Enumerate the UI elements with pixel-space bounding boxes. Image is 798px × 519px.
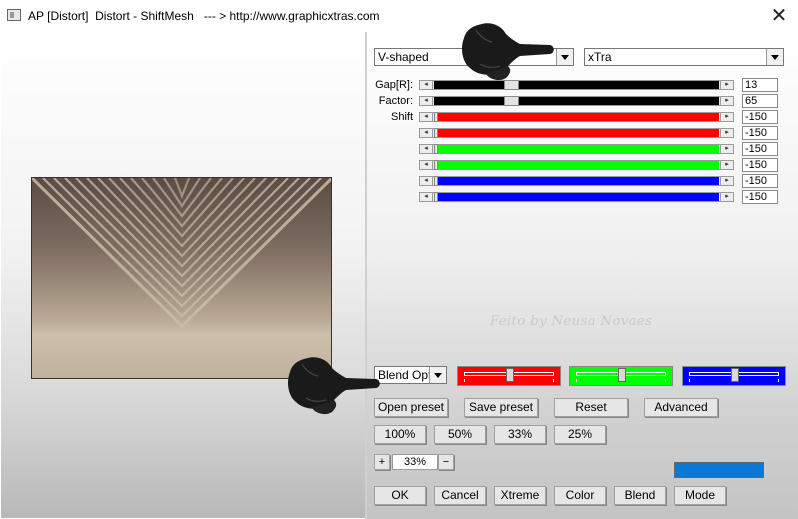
zoom-25-button[interactable]: 25%	[554, 425, 606, 444]
cancel-button[interactable]: Cancel	[434, 486, 486, 505]
slider-right-arrow-icon[interactable]: ▸	[720, 128, 734, 138]
shift-value-field-6[interactable]: -150	[742, 190, 778, 204]
reset-button[interactable]: Reset	[554, 398, 628, 417]
shift-slider-track[interactable]	[434, 161, 719, 169]
zoom-100-button[interactable]: 100%	[374, 425, 426, 444]
factor-label: Factor:	[378, 95, 413, 107]
shift-slider-track[interactable]	[434, 113, 719, 121]
save-preset-button[interactable]: Save preset	[464, 398, 538, 417]
window-title: AP [Distort] Distort - ShiftMesh --- > h…	[28, 9, 380, 23]
blue-blend-knob[interactable]	[731, 368, 739, 382]
shift-slider-2[interactable]: ◂ ▸	[419, 128, 734, 138]
shift-value-field-5[interactable]: -150	[742, 174, 778, 188]
app-icon	[7, 9, 21, 21]
shift-value-field-4[interactable]: -150	[742, 158, 778, 172]
slider-left-arrow-icon[interactable]: ◂	[419, 176, 433, 186]
mode-select-value: xTra	[588, 50, 612, 64]
red-blend-slider[interactable]	[457, 366, 561, 386]
slider-right-arrow-icon[interactable]: ▸	[720, 112, 734, 122]
green-blend-slider[interactable]	[569, 366, 673, 386]
shift-slider-thumb[interactable]	[434, 144, 438, 154]
pointing-hand-icon	[288, 357, 380, 415]
shift-label: Shift	[390, 111, 413, 123]
xtreme-button[interactable]: Xtreme	[494, 486, 546, 505]
shift-value-field-3[interactable]: -150	[742, 142, 778, 156]
close-icon[interactable]: ✕	[762, 2, 796, 30]
preview-image	[31, 177, 332, 379]
slider-left-arrow-icon[interactable]: ◂	[419, 160, 433, 170]
open-preset-button[interactable]: Open preset	[374, 398, 448, 417]
shift-slider-4[interactable]: ◂ ▸	[419, 160, 734, 170]
slider-right-arrow-icon[interactable]: ▸	[720, 160, 734, 170]
chevron-down-icon[interactable]	[429, 367, 446, 383]
advanced-button[interactable]: Advanced	[644, 398, 718, 417]
shift-slider-thumb[interactable]	[434, 128, 438, 138]
factor-value-field[interactable]: 65	[742, 94, 778, 108]
zoom-out-button[interactable]: −	[438, 454, 454, 470]
shift-value-field-1[interactable]: -150	[742, 110, 778, 124]
slider-left-arrow-icon[interactable]: ◂	[419, 128, 433, 138]
color-swatch[interactable]	[674, 462, 764, 478]
shift-slider-5[interactable]: ◂ ▸	[419, 176, 734, 186]
slider-right-arrow-icon[interactable]: ▸	[720, 176, 734, 186]
shift-slider-track[interactable]	[434, 193, 719, 201]
slider-right-arrow-icon[interactable]: ▸	[720, 96, 734, 106]
slider-right-arrow-icon[interactable]: ▸	[720, 80, 734, 90]
slider-left-arrow-icon[interactable]: ◂	[419, 96, 433, 106]
slider-left-arrow-icon[interactable]: ◂	[419, 192, 433, 202]
shift-slider-track[interactable]	[434, 129, 719, 137]
slider-left-arrow-icon[interactable]: ◂	[419, 80, 433, 90]
shape-select-value: V-shaped	[378, 50, 429, 64]
preview-canvas	[32, 178, 331, 378]
gap-value-field[interactable]: 13	[742, 78, 778, 92]
slider-left-arrow-icon[interactable]: ◂	[419, 144, 433, 154]
blend-button[interactable]: Blend	[614, 486, 666, 505]
zoom-value-field[interactable]: 33%	[392, 454, 438, 470]
watermark-text: Feito by Neusa Novaes	[490, 314, 653, 329]
pointing-hand-icon	[462, 23, 554, 81]
slider-left-arrow-icon[interactable]: ◂	[419, 112, 433, 122]
zoom-33-button[interactable]: 33%	[494, 425, 546, 444]
factor-slider[interactable]: ◂ ▸	[419, 96, 734, 106]
factor-slider-track[interactable]	[434, 97, 719, 105]
shift-value-field-2[interactable]: -150	[742, 126, 778, 140]
shift-slider-track[interactable]	[434, 177, 719, 185]
chevron-down-icon[interactable]	[556, 49, 573, 65]
red-blend-knob[interactable]	[506, 368, 514, 382]
zoom-stepper[interactable]: + 33% −	[374, 454, 454, 470]
shift-slider-1[interactable]: ◂ ▸	[419, 112, 734, 122]
shift-slider-thumb[interactable]	[434, 160, 438, 170]
mode-select[interactable]: xTra	[584, 48, 784, 66]
shift-slider-thumb[interactable]	[434, 112, 438, 122]
color-button[interactable]: Color	[554, 486, 606, 505]
gap-label: Gap[R]:	[375, 79, 413, 91]
zoom-50-button[interactable]: 50%	[434, 425, 486, 444]
slider-right-arrow-icon[interactable]: ▸	[720, 144, 734, 154]
title-bar: AP [Distort] Distort - ShiftMesh --- > h…	[0, 0, 798, 32]
blend-options-select[interactable]: Blend Optic	[374, 366, 447, 384]
shift-slider-6[interactable]: ◂ ▸	[419, 192, 734, 202]
shift-slider-track[interactable]	[434, 145, 719, 153]
blue-blend-slider[interactable]	[682, 366, 786, 386]
mode-button[interactable]: Mode	[674, 486, 726, 505]
zoom-in-button[interactable]: +	[374, 454, 390, 470]
shift-slider-thumb[interactable]	[434, 192, 438, 202]
shift-slider-3[interactable]: ◂ ▸	[419, 144, 734, 154]
chevron-down-icon[interactable]	[766, 49, 783, 65]
slider-right-arrow-icon[interactable]: ▸	[720, 192, 734, 202]
shift-slider-thumb[interactable]	[434, 176, 438, 186]
green-blend-knob[interactable]	[618, 368, 626, 382]
factor-slider-thumb[interactable]	[504, 96, 519, 106]
ok-button[interactable]: OK	[374, 486, 426, 505]
